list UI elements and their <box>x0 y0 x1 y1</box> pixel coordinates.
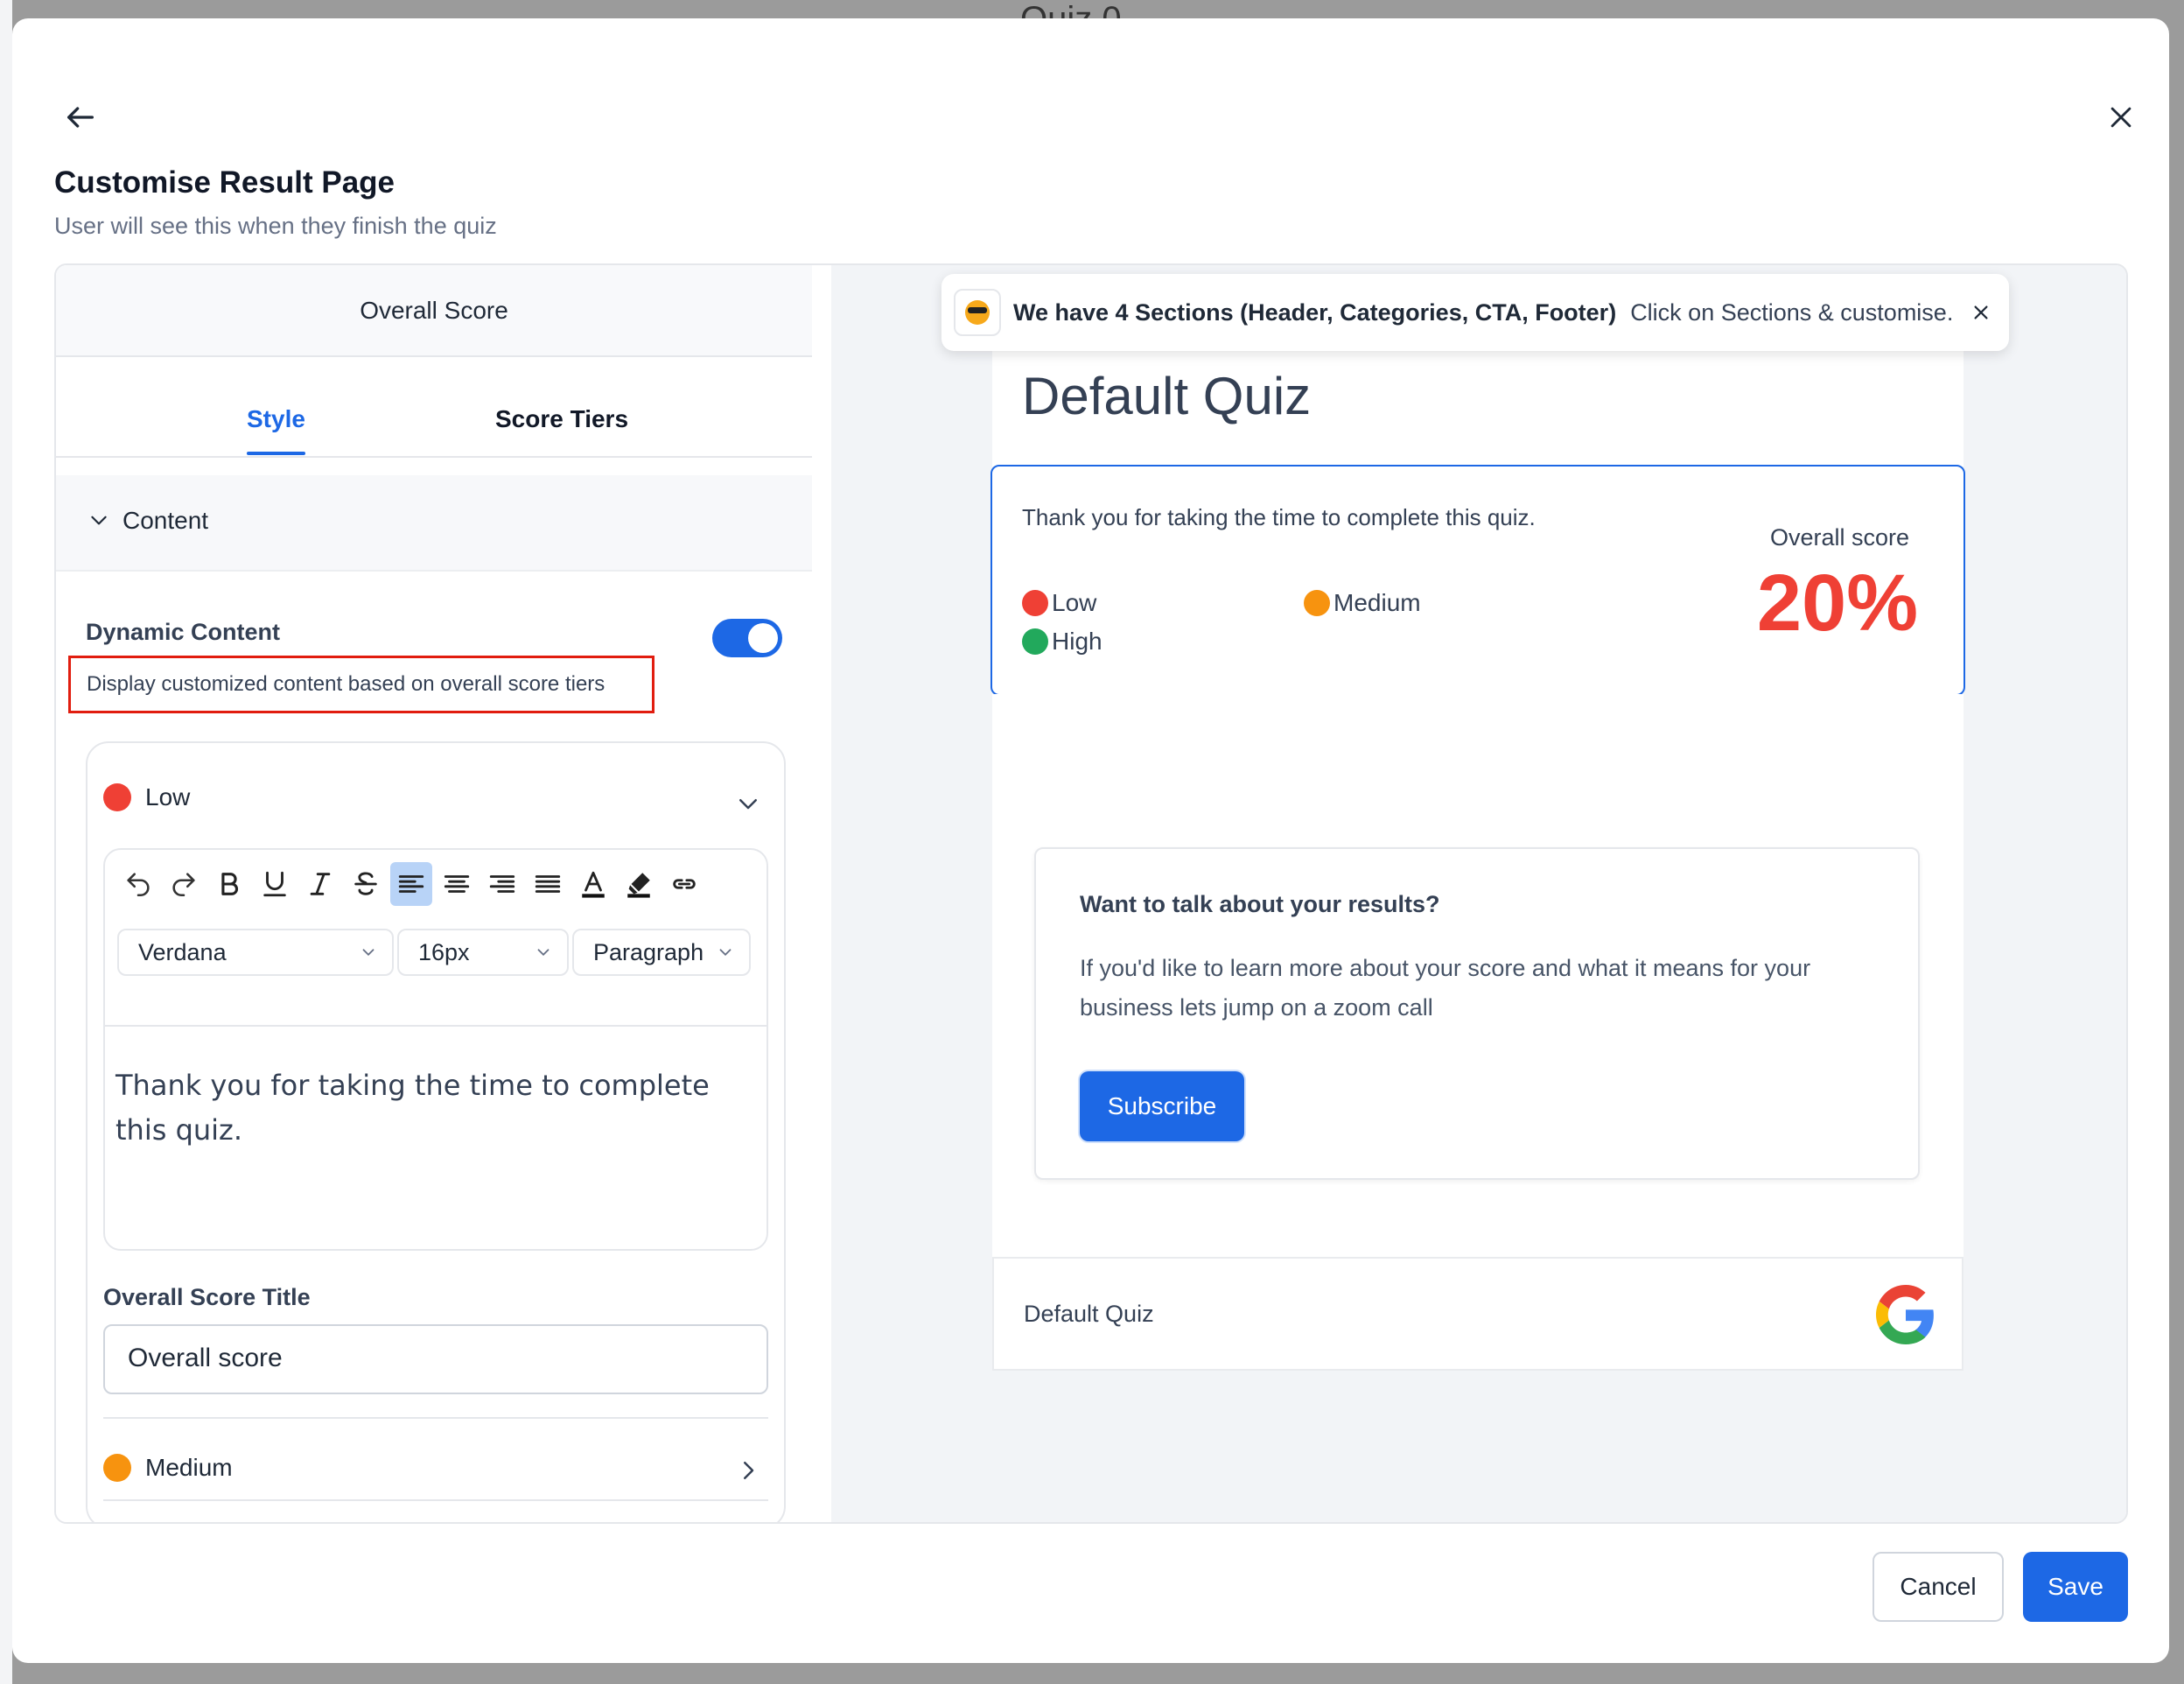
preview-page: Default Quiz Thank you for taking the ti… <box>990 348 1965 1486</box>
chevron-down-icon <box>537 949 550 957</box>
format-selects: Verdana 16px Paragraph <box>117 929 751 976</box>
rich-text-editor: Verdana 16px Paragraph Thank you for tak… <box>103 848 768 1251</box>
chevron-right-icon[interactable] <box>735 1457 761 1488</box>
tab-score-tiers[interactable]: Score Tiers <box>495 405 628 433</box>
customise-result-modal: Customise Result Page User will see this… <box>12 18 2169 1663</box>
subscribe-button[interactable]: Subscribe <box>1080 1071 1244 1141</box>
chevron-down-icon[interactable] <box>735 790 761 821</box>
underline-icon[interactable] <box>254 862 296 906</box>
legend-item-medium: Medium <box>1304 589 1421 617</box>
dynamic-content-toggle[interactable] <box>712 619 782 657</box>
google-logo-icon <box>1876 1285 1934 1344</box>
close-icon[interactable] <box>2095 91 2147 144</box>
overall-score-value: 20% <box>1756 558 1918 648</box>
score-tiers-card: Low Verdana 16px Paragraph Thank you for… <box>86 741 786 1522</box>
tier-medium-dot <box>103 1454 131 1482</box>
legend-dot-low <box>1022 590 1048 616</box>
tier-divider <box>103 1417 768 1419</box>
undo-icon[interactable] <box>117 862 159 906</box>
legend-label-high: High <box>1052 628 1102 655</box>
editor-content-area: Overall Score Style Score Tiers Content … <box>54 263 2128 1524</box>
dynamic-content-description: Display customized content based on over… <box>68 656 654 713</box>
back-arrow-icon[interactable] <box>54 91 107 144</box>
categories-section[interactable]: Thank you for taking the time to complet… <box>990 465 1965 696</box>
legend-dot-high <box>1022 628 1048 655</box>
tab-style[interactable]: Style <box>247 405 305 455</box>
dynamic-content-title: Dynamic Content <box>86 619 281 645</box>
tier-divider <box>103 1499 768 1501</box>
content-section-label: Content <box>122 507 209 534</box>
tab-bar: Style Score Tiers <box>56 388 812 458</box>
chevron-down-icon <box>362 949 374 957</box>
tier-low-dot <box>103 783 131 811</box>
legend-item-high: High <box>1022 628 1102 656</box>
banner-strong-text: We have 4 Sections (Header, Categories, … <box>1013 298 1617 326</box>
tier-low-label: Low <box>145 783 191 810</box>
align-right-icon[interactable] <box>481 862 523 906</box>
italic-icon[interactable] <box>299 862 341 906</box>
panel-header: Overall Score <box>56 265 812 357</box>
strikethrough-icon[interactable] <box>345 862 387 906</box>
font-size-value: 16px <box>418 938 470 965</box>
banner-text: Click on Sections & customise. <box>1630 298 1954 326</box>
chevron-down-icon <box>88 509 110 536</box>
footer-text: Default Quiz <box>1024 1301 1154 1327</box>
bold-icon[interactable] <box>208 862 250 906</box>
align-left-icon[interactable] <box>390 862 432 906</box>
font-family-value: Verdana <box>138 938 227 965</box>
link-icon[interactable] <box>663 862 705 906</box>
sections-info-banner: We have 4 Sections (Header, Categories, … <box>942 274 2009 351</box>
legend-dot-medium <box>1304 590 1330 616</box>
tier-low-header[interactable]: Low <box>103 783 190 811</box>
legend-label-medium: Medium <box>1334 589 1421 616</box>
header-section[interactable]: Default Quiz <box>992 348 1964 467</box>
settings-panel: Overall Score Style Score Tiers Content … <box>56 265 812 1522</box>
background-sidebar <box>0 0 12 1684</box>
sunglasses-emoji-icon <box>954 289 1001 336</box>
overall-score-label: Overall score <box>1769 524 1909 551</box>
tier-medium-header[interactable]: Medium <box>103 1454 233 1482</box>
content-section-header[interactable]: Content <box>56 475 812 572</box>
cta-text: If you'd like to learn more about your s… <box>1080 955 1811 1021</box>
align-center-icon[interactable] <box>436 862 478 906</box>
chevron-down-icon <box>719 949 732 957</box>
tier-medium-label: Medium <box>145 1454 233 1481</box>
modal-title: Customise Result Page <box>54 165 395 200</box>
block-format-select[interactable]: Paragraph <box>572 929 751 976</box>
overall-score-title-label: Overall Score Title <box>103 1284 311 1310</box>
overall-score-title-input[interactable]: Overall score <box>103 1324 768 1394</box>
editor-toolbar <box>117 862 705 906</box>
block-format-value: Paragraph <box>593 938 704 965</box>
preview-quiz-title: Default Quiz <box>1022 367 1312 425</box>
modal-subtitle: User will see this when they finish the … <box>54 213 497 239</box>
font-size-select[interactable]: 16px <box>397 929 569 976</box>
save-button[interactable]: Save <box>2023 1552 2128 1622</box>
highlight-icon[interactable] <box>618 862 660 906</box>
cancel-button[interactable]: Cancel <box>1872 1552 2004 1622</box>
score-card-text: Thank you for taking the time to complet… <box>1022 504 1536 530</box>
text-color-icon[interactable] <box>572 862 614 906</box>
close-icon[interactable] <box>1967 298 1995 326</box>
align-justify-icon[interactable] <box>527 862 569 906</box>
cta-section[interactable]: Want to talk about your results? If you'… <box>1034 847 1920 1180</box>
result-page-preview: Default Quiz Thank you for taking the ti… <box>831 265 2126 1522</box>
legend-label-low: Low <box>1052 589 1097 616</box>
cta-title: Want to talk about your results? <box>1080 891 1440 917</box>
editor-divider <box>105 1025 766 1027</box>
redo-icon[interactable] <box>163 862 205 906</box>
legend-item-low: Low <box>1022 589 1096 617</box>
font-family-select[interactable]: Verdana <box>117 929 394 976</box>
footer-section[interactable]: Default Quiz <box>992 1257 1964 1371</box>
editor-text-area[interactable]: Thank you for taking the time to complet… <box>116 1063 746 1153</box>
